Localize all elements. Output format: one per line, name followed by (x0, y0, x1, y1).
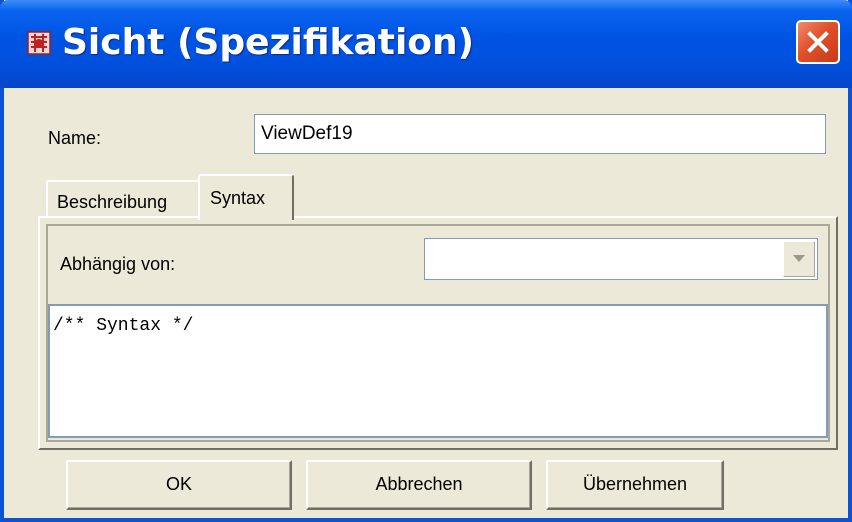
name-label: Name: (48, 128, 102, 148)
syntax-editor[interactable]: /** Syntax */ (48, 304, 828, 438)
tab-syntax-label: Syntax (210, 188, 266, 208)
tab-beschreibung[interactable]: Beschreibung (46, 180, 200, 218)
depends-on-label: Abhängig von: (60, 254, 176, 274)
ok-button[interactable]: OK (66, 460, 292, 510)
dropdown-button[interactable] (783, 241, 815, 277)
dialog-window: Sicht (Spezifikation) Name: Beschreibung… (0, 0, 852, 522)
app-icon (26, 28, 54, 58)
apply-button[interactable]: Übernehmen (546, 460, 724, 510)
chevron-down-icon (793, 255, 805, 262)
name-input[interactable] (254, 114, 826, 154)
close-icon (807, 31, 829, 53)
title-bar[interactable]: Sicht (Spezifikation) (0, 0, 852, 88)
close-button[interactable] (796, 20, 840, 64)
tab-beschreibung-label: Beschreibung (57, 192, 168, 212)
cancel-button[interactable]: Abbrechen (306, 460, 532, 510)
window-title: Sicht (Spezifikation) (62, 22, 475, 63)
tab-syntax[interactable]: Syntax (198, 174, 294, 220)
depends-on-combobox[interactable] (424, 238, 818, 280)
